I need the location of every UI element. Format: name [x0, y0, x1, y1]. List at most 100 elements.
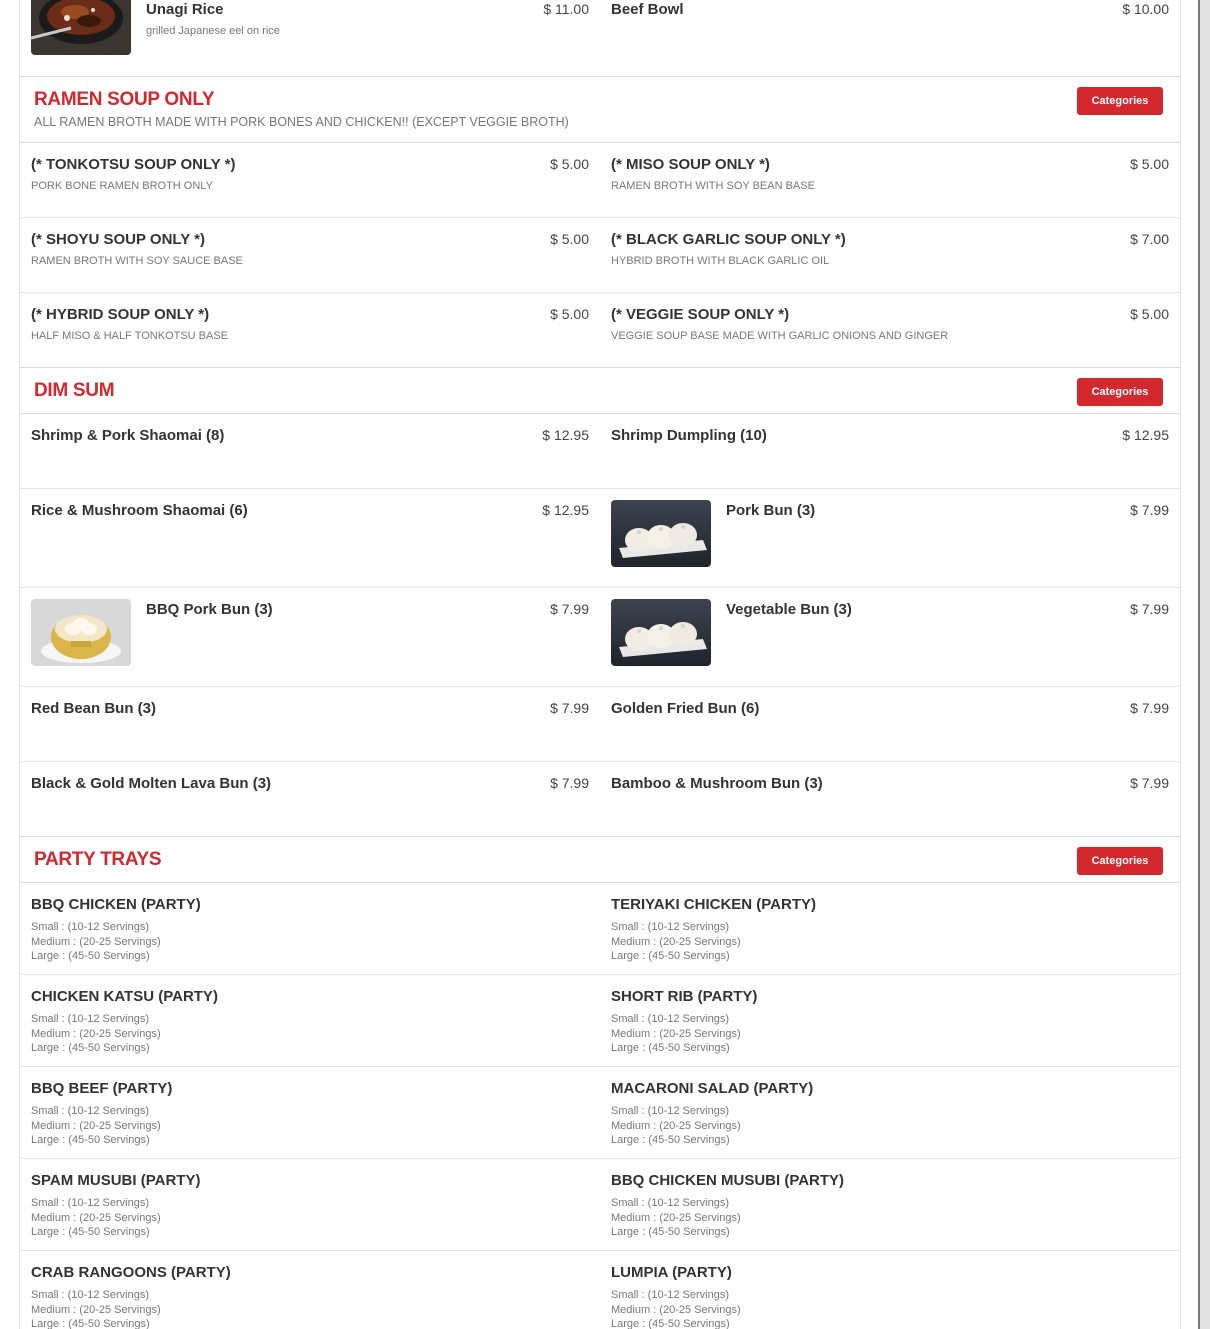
- menu-row: Unagi Rice $ 11.00 grilled Japanese eel …: [20, 0, 1180, 77]
- item-price: $ 7.99: [1130, 502, 1169, 518]
- serving-sizes: Small : (10-12 Servings) Medium : (20-25 …: [31, 1288, 161, 1329]
- menu-item-hybrid-soup-only[interactable]: (* HYBRID SOUP ONLY *) $ 5.00 HALF MISO & …: [31, 293, 589, 367]
- menu-row: SPAM MUSUBI (PARTY) Small : (10-12 Servin…: [20, 1159, 1180, 1251]
- section-header-dimsum: DIM SUM Categories: [20, 367, 1180, 414]
- menu-item-crab-rangoons-party[interactable]: CRAB RANGOONS (PARTY) Small : (10-12 Serv…: [31, 1251, 589, 1329]
- menu-item-shrimp-dumpling-10[interactable]: Shrimp Dumpling (10) $ 12.95: [611, 414, 1169, 488]
- serving-size-medium: Medium : (20-25 Servings): [611, 1303, 741, 1316]
- item-name: Black & Gold Molten Lava Bun (3): [31, 775, 272, 792]
- serving-size-medium: Medium : (20-25 Servings): [611, 1211, 741, 1224]
- menu-item-red-bean-bun-3[interactable]: Red Bean Bun (3) $ 7.99: [31, 687, 589, 761]
- menu-item-beef-bowl[interactable]: Beef Bowl $ 10.00: [611, 0, 1169, 76]
- item-price: $ 7.99: [550, 601, 589, 617]
- serving-size-medium: Medium : (20-25 Servings): [31, 1303, 161, 1316]
- menu-item-golden-fried-bun-6[interactable]: Golden Fried Bun (6) $ 7.99: [611, 687, 1169, 761]
- serving-sizes: Small : (10-12 Servings) Medium : (20-25 …: [31, 1104, 161, 1148]
- serving-sizes: Small : (10-12 Servings) Medium : (20-25 …: [611, 920, 741, 964]
- categories-button[interactable]: Categories: [1077, 87, 1163, 115]
- menu-row: Shrimp & Pork Shaomai (8) $ 12.95 Shrimp D…: [20, 414, 1180, 489]
- item-price: $ 5.00: [550, 306, 589, 322]
- menu-row: (* HYBRID SOUP ONLY *) $ 5.00 HALF MISO & …: [20, 293, 1180, 368]
- serving-size-large: Large : (45-50 Servings): [611, 1318, 730, 1329]
- item-description: PORK BONE RAMEN BROTH ONLY: [31, 180, 213, 192]
- serving-size-large: Large : (45-50 Servings): [611, 950, 730, 962]
- item-price: $ 12.95: [542, 502, 589, 518]
- serving-size-small: Small : (10-12 Servings): [611, 1013, 729, 1025]
- menu-row: CHICKEN KATSU (PARTY) Small : (10-12 Serv…: [20, 975, 1180, 1067]
- serving-size-small: Small : (10-12 Servings): [611, 921, 729, 933]
- item-price: $ 12.95: [1122, 427, 1169, 443]
- item-description: grilled Japanese eel on rice: [146, 25, 280, 37]
- menu-item-shrimp-pork-shaomai-8[interactable]: Shrimp & Pork Shaomai (8) $ 12.95: [31, 414, 589, 488]
- menu-item-miso-soup-only[interactable]: (* MISO SOUP ONLY *) $ 5.00 RAMEN BROTH WI…: [611, 143, 1169, 217]
- menu-item-bbq-beef-party[interactable]: BBQ BEEF (PARTY) Small : (10-12 Servings)…: [31, 1067, 589, 1158]
- serving-size-large: Large : (45-50 Servings): [611, 1226, 730, 1238]
- item-price: $ 12.95: [542, 427, 589, 443]
- serving-sizes: Small : (10-12 Servings) Medium : (20-25 …: [611, 1012, 741, 1056]
- menu-panel: Unagi Rice $ 11.00 grilled Japanese eel …: [19, 0, 1181, 1329]
- categories-button[interactable]: Categories: [1077, 847, 1163, 875]
- serving-size-medium: Medium : (20-25 Servings): [611, 1027, 741, 1040]
- menu-row: Red Bean Bun (3) $ 7.99 Golden Fried Bun (…: [20, 687, 1180, 762]
- menu-row: BBQ CHICKEN (PARTY) Small : (10-12 Servin…: [20, 883, 1180, 975]
- menu-item-veggie-soup-only[interactable]: (* VEGGIE SOUP ONLY *) $ 5.00 VEGGIE SOUP …: [611, 293, 1169, 367]
- serving-size-medium: Medium : (20-25 Servings): [31, 1119, 161, 1132]
- item-name: BBQ BEEF (PARTY): [31, 1080, 173, 1097]
- menu-item-macaroni-salad-party[interactable]: MACARONI SALAD (PARTY) Small : (10-12 Ser…: [611, 1067, 1169, 1158]
- section-header-party: PARTY TRAYS Categories: [20, 836, 1180, 883]
- serving-sizes: Small : (10-12 Servings) Medium : (20-25 …: [611, 1196, 741, 1240]
- serving-size-small: Small : (10-12 Servings): [31, 1197, 149, 1209]
- item-description: HALF MISO & HALF TONKOTSU BASE: [31, 330, 229, 342]
- menu-item-vegetable-bun-3[interactable]: Vegetable Bun (3) $ 7.99: [611, 588, 1169, 686]
- item-description: VEGGIE SOUP BASE MADE WITH GARLIC ONIONS…: [611, 330, 949, 342]
- item-name: Pork Bun (3): [726, 502, 816, 519]
- serving-size-small: Small : (10-12 Servings): [31, 1105, 149, 1117]
- menu-item-bbq-chicken-party[interactable]: BBQ CHICKEN (PARTY) Small : (10-12 Servin…: [31, 883, 589, 974]
- serving-size-medium: Medium : (20-25 Servings): [31, 1027, 161, 1040]
- item-name: Golden Fried Bun (6): [611, 700, 760, 717]
- menu-item-unagi-rice[interactable]: Unagi Rice $ 11.00 grilled Japanese eel …: [31, 0, 589, 76]
- serving-size-medium: Medium : (20-25 Servings): [611, 1119, 741, 1132]
- item-name: Vegetable Bun (3): [726, 601, 852, 618]
- serving-size-small: Small : (10-12 Servings): [611, 1197, 729, 1209]
- menu-item-teriyaki-chicken-party[interactable]: TERIYAKI CHICKEN (PARTY) Small : (10-12 S…: [611, 883, 1169, 974]
- item-price: $ 7.00: [1130, 231, 1169, 247]
- section-subtitle: ALL RAMEN BROTH MADE WITH PORK BONES AND…: [34, 115, 569, 129]
- serving-size-large: Large : (45-50 Servings): [31, 1042, 150, 1054]
- item-name: LUMPIA (PARTY): [611, 1264, 732, 1281]
- item-name: MACARONI SALAD (PARTY): [611, 1080, 814, 1097]
- menu-item-pork-bun-3[interactable]: Pork Bun (3) $ 7.99: [611, 489, 1169, 587]
- serving-size-medium: Medium : (20-25 Servings): [31, 935, 161, 948]
- serving-size-small: Small : (10-12 Servings): [31, 1013, 149, 1025]
- item-price: $ 5.00: [550, 156, 589, 172]
- menu-item-black-gold-molten-lava-bun-3[interactable]: Black & Gold Molten Lava Bun (3) $ 7.99: [31, 762, 589, 836]
- page: Unagi Rice $ 11.00 grilled Japanese eel …: [0, 0, 1200, 1329]
- section-header-ramen: RAMEN SOUP ONLY ALL RAMEN BROTH MADE WIT…: [20, 76, 1180, 143]
- serving-size-small: Small : (10-12 Servings): [31, 1289, 149, 1301]
- serving-size-large: Large : (45-50 Servings): [31, 1318, 150, 1329]
- serving-sizes: Small : (10-12 Servings) Medium : (20-25 …: [611, 1104, 741, 1148]
- menu-item-lumpia-party[interactable]: LUMPIA (PARTY) Small : (10-12 Servings) Me…: [611, 1251, 1169, 1329]
- menu-item-short-rib-party[interactable]: SHORT RIB (PARTY) Small : (10-12 Servings…: [611, 975, 1169, 1066]
- item-price: $ 5.00: [550, 231, 589, 247]
- menu-item-bbq-pork-bun-3[interactable]: BBQ Pork Bun (3) $ 7.99: [31, 588, 589, 686]
- steamed-buns-photo: [611, 500, 711, 567]
- menu-item-rice-mushroom-shaomai-6[interactable]: Rice & Mushroom Shaomai (6) $ 12.95: [31, 489, 589, 587]
- menu-item-bbq-chicken-musubi-party[interactable]: BBQ CHICKEN MUSUBI (PARTY) Small : (10-12…: [611, 1159, 1169, 1250]
- categories-button[interactable]: Categories: [1077, 378, 1163, 406]
- item-description: RAMEN BROTH WITH SOY SAUCE BASE: [31, 255, 243, 267]
- menu-item-bamboo-mushroom-bun-3[interactable]: Bamboo & Mushroom Bun (3) $ 7.99: [611, 762, 1169, 836]
- item-price: $ 5.00: [1130, 156, 1169, 172]
- menu-item-shoyu-soup-only[interactable]: (* SHOYU SOUP ONLY *) $ 5.00 RAMEN BROTH W…: [31, 218, 589, 292]
- menu-item-tonkotsu-soup-only[interactable]: (* TONKOTSU SOUP ONLY *) $ 5.00 PORK BONE …: [31, 143, 589, 217]
- item-name: (* VEGGIE SOUP ONLY *): [611, 306, 790, 323]
- menu-item-spam-musubi-party[interactable]: SPAM MUSUBI (PARTY) Small : (10-12 Servin…: [31, 1159, 589, 1250]
- item-description: RAMEN BROTH WITH SOY BEAN BASE: [611, 180, 815, 192]
- serving-size-medium: Medium : (20-25 Servings): [31, 1211, 161, 1224]
- item-name: BBQ CHICKEN (PARTY): [31, 896, 201, 913]
- item-price: $ 5.00: [1130, 306, 1169, 322]
- serving-size-large: Large : (45-50 Servings): [611, 1134, 730, 1146]
- serving-size-medium: Medium : (20-25 Servings): [611, 935, 741, 948]
- menu-item-black-garlic-soup-only[interactable]: (* BLACK GARLIC SOUP ONLY *) $ 7.00 HYBRID…: [611, 218, 1169, 292]
- menu-item-chicken-katsu-party[interactable]: CHICKEN KATSU (PARTY) Small : (10-12 Serv…: [31, 975, 589, 1066]
